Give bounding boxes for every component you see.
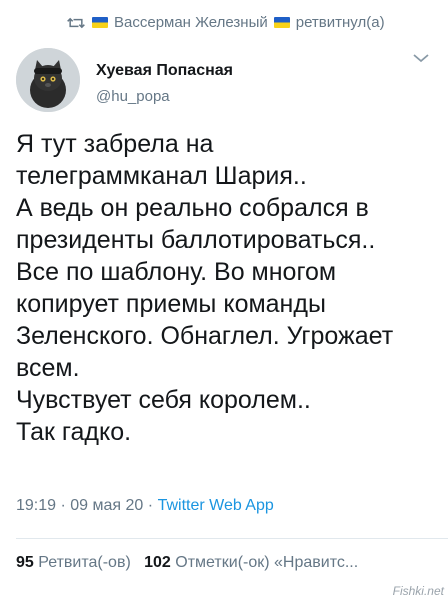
tweet-line: Чувствует себя королем.. [16, 386, 311, 414]
tweet-line: Так гадко. [16, 418, 132, 446]
tweet-metadata: 19:19 · 09 мая 20 · Twitter Web App [16, 497, 274, 515]
ukraine-flag-icon [273, 17, 290, 28]
tweet-line: всем. [16, 354, 80, 382]
tweet-header: Хуевая Попасная @hu_popa [16, 48, 436, 112]
tweet-line: Я тут забрела на [16, 130, 214, 158]
retweeter-name[interactable]: Вассерман Железный [114, 14, 268, 31]
watermark: Fishki.net [392, 584, 444, 598]
tweet-time[interactable]: 19:19 [16, 497, 56, 514]
likes-label: Отметки(-ок) «Нравитс... [175, 554, 359, 571]
tweet-line: копирует приемы команды [16, 290, 326, 318]
cat-avatar-image [16, 48, 80, 112]
likes-count: 102 [144, 554, 171, 571]
author-name[interactable]: Хуевая Попасная [96, 62, 233, 80]
meta-separator: · [60, 497, 66, 514]
retweets-label: Ретвита(-ов) [38, 554, 131, 571]
author-handle[interactable]: @hu_popa [96, 88, 170, 105]
chevron-down-icon[interactable] [412, 52, 430, 64]
tweet-line: телеграммканал Шария.. [16, 162, 307, 190]
tweet-line: президенты баллотироваться.. [16, 226, 376, 254]
tweet-stats: 95 Ретвита(-ов) 102 Отметки(-ок) «Нравит… [16, 554, 448, 572]
tweet-line: Зеленского. Обнаглел. Угрожает [16, 322, 394, 350]
tweet-text: Я тут забрела на телеграммканал Шария.. … [16, 128, 436, 448]
retweets-count: 95 [16, 554, 34, 571]
retweet-context: Вассерман Железный ретвитнул(а) [66, 14, 428, 31]
ukraine-flag-icon [92, 17, 108, 28]
retweet-action: ретвитнул(а) [295, 14, 385, 31]
tweet-date[interactable]: 09 мая 20 [70, 497, 143, 514]
likes-stat[interactable]: 102 Отметки(-ок) «Нравитс... [144, 554, 358, 571]
tweet-line: А ведь он реально собрался в [16, 194, 369, 222]
tweet-line: Все по шаблону. Во многом [16, 258, 337, 286]
tweet-source-link[interactable]: Twitter Web App [158, 497, 274, 514]
divider [16, 538, 448, 539]
avatar[interactable] [16, 48, 80, 112]
retweet-icon [67, 17, 85, 28]
retweets-stat[interactable]: 95 Ретвита(-ов) [16, 554, 131, 571]
meta-separator: · [147, 497, 154, 514]
